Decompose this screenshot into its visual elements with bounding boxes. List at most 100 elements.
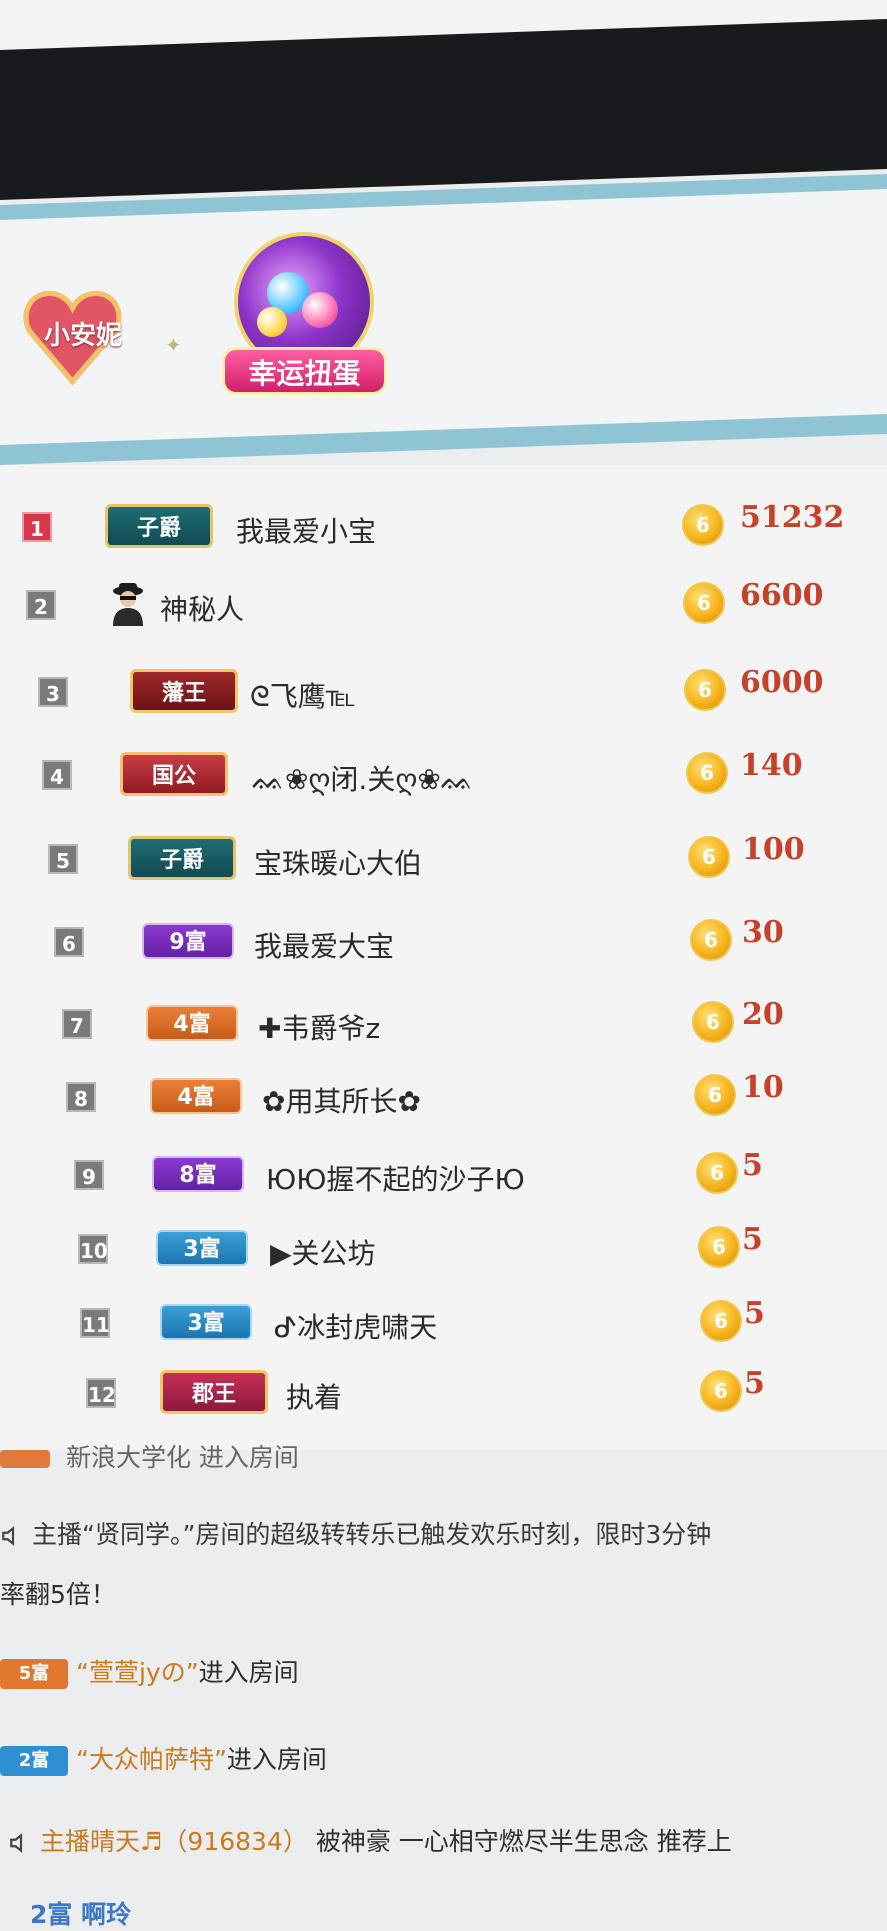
user-name[interactable]: ᕷ冰封虎啸天 (274, 1306, 437, 1346)
contribution-amount: 5 (742, 1148, 763, 1183)
noble-title-badge: 9富 (142, 923, 234, 959)
chat-partial-bottom-text: 2富 啊玲 (30, 1900, 132, 1929)
ranking-row[interactable]: 12 郡王 执着 6 5 (0, 1366, 887, 1426)
coin-icon: 6 (688, 836, 730, 878)
ranking-row[interactable]: 11 3富 ᕷ冰封虎啸天 6 5 (0, 1296, 887, 1356)
ranking-row[interactable]: 8 4富 ✿用其所长✿ 6 10 (0, 1070, 887, 1130)
user-name[interactable]: ✿用其所长✿ (262, 1080, 421, 1120)
coin-icon: 6 (683, 582, 725, 624)
noble-title-badge: 4富 (150, 1078, 242, 1114)
user-name[interactable]: ЮЮ握不起的沙子Ю (266, 1158, 525, 1198)
user-name[interactable]: 我最爱大宝 (254, 925, 394, 965)
host-name[interactable]: 主播晴天♬（916834） (40, 1827, 308, 1856)
contribution-amount: 6000 (740, 665, 824, 700)
user-name[interactable]: 我最爱小宝 (236, 510, 376, 550)
coin-icon: 6 (690, 919, 732, 961)
enter-message-1: 5富 “萱萱jyの”进入房间 (0, 1653, 887, 1689)
noble-title-badge: 子爵 (105, 504, 213, 548)
dark-header-bar (0, 19, 887, 200)
rank-number: 2 (26, 590, 56, 620)
noble-title-badge: 国公 (120, 752, 228, 796)
coin-icon: 6 (694, 1074, 736, 1116)
heart-badge[interactable]: 小安妮 (10, 270, 140, 405)
contribution-amount: 5 (742, 1222, 763, 1257)
ranking-row[interactable]: 7 4富 ✚韦爵爷z 6 20 (0, 997, 887, 1057)
coin-icon: 6 (692, 1001, 734, 1043)
noble-title-badge: 3富 (156, 1230, 248, 1266)
coin-icon: 6 (698, 1226, 740, 1268)
rank-number: 4 (42, 760, 72, 790)
user-name[interactable]: ᘓ飞鹰℡ (250, 675, 356, 715)
coin-icon: 6 (696, 1152, 738, 1194)
ranking-row[interactable]: 10 3富 ▶关公坊 6 5 (0, 1222, 887, 1282)
chat-line-partial-bottom: 2富 啊玲 (30, 1895, 887, 1931)
rich-level-badge: 5富 (0, 1659, 68, 1689)
enter-text: 进入房间 (226, 1745, 327, 1774)
system-message-1-text: 主播“贤同学。”房间的超级转转乐已触发欢乐时刻，限时3分钟 (32, 1520, 712, 1549)
noble-title-badge: 3富 (160, 1304, 252, 1340)
contribution-amount: 100 (742, 832, 805, 867)
contribution-amount: 10 (742, 1070, 784, 1105)
contribution-amount: 20 (742, 997, 784, 1032)
contribution-amount: 5 (744, 1296, 765, 1331)
contribution-amount: 30 (742, 915, 784, 950)
ranking-row[interactable]: 2 神秘人 6 6600 (0, 578, 887, 638)
contribution-amount: 6600 (740, 578, 824, 613)
noble-title-badge: 郡王 (160, 1370, 268, 1414)
ranking-row[interactable]: 1 子爵 我最爱小宝 6 51232 (0, 500, 887, 560)
coin-icon: 6 (684, 669, 726, 711)
chat-line-partial: 新浪大学化 进入房间 (0, 1438, 887, 1474)
user-name[interactable]: 神秘人 (160, 588, 244, 628)
system-message-1-cont: 率翻5倍！ (0, 1575, 887, 1611)
noble-title-badge: 4富 (146, 1005, 238, 1041)
enter-message-2: 2富 “大众帕萨特”进入房间 (0, 1740, 887, 1776)
system-message-2: 主播晴天♬（916834） 被神豪 一心相守燃尽半生思念 推荐上 (8, 1822, 887, 1858)
contribution-amount: 140 (740, 748, 803, 783)
coin-icon: 6 (700, 1300, 742, 1342)
user-name[interactable]: 执着 (286, 1376, 342, 1416)
rank-number: 3 (38, 677, 68, 707)
noble-title-badge: 子爵 (128, 836, 236, 880)
user-name[interactable]: 宝珠暖心大伯 (254, 842, 422, 882)
rank-number: 10 (78, 1234, 108, 1264)
coin-icon: 6 (682, 504, 724, 546)
rank-number: 9 (74, 1160, 104, 1190)
mystery-person-icon (113, 583, 143, 626)
ranking-row[interactable]: 6 9富 我最爱大宝 6 30 (0, 915, 887, 975)
contribution-amount: 51232 (740, 500, 845, 535)
rank-number: 8 (66, 1082, 96, 1112)
system-message-1: 主播“贤同学。”房间的超级转转乐已触发欢乐时刻，限时3分钟 (0, 1515, 887, 1551)
heart-badge-text: 小安妮 (43, 321, 122, 351)
ranking-row[interactable]: 5 子爵 宝珠暖心大伯 6 100 (0, 832, 887, 892)
noble-title-badge: 8富 (152, 1156, 244, 1192)
ranking-row[interactable]: 9 8富 ЮЮ握不起的沙子Ю 6 5 (0, 1148, 887, 1208)
user-name[interactable]: ▶关公坊 (270, 1232, 376, 1272)
system-message-2-text: 被神豪 一心相守燃尽半生思念 推荐上 (315, 1827, 732, 1856)
system-message-1-cont-text: 率翻5倍！ (0, 1580, 116, 1609)
noble-title-badge: 藩王 (130, 669, 238, 713)
user-name[interactable]: ᨐ❀ღ闭.关ღ❀ᨐ (252, 758, 474, 798)
gacha-orb (302, 292, 338, 328)
ranking-row[interactable]: 4 国公 ᨐ❀ღ闭.关ღ❀ᨐ 6 140 (0, 748, 887, 808)
rank-number: 6 (54, 927, 84, 957)
coin-icon: 6 (686, 752, 728, 794)
coin-icon: 6 (700, 1370, 742, 1412)
gacha-orb (257, 307, 287, 337)
rich-level-badge (0, 1450, 50, 1468)
speaker-icon (2, 1526, 15, 1546)
enter-text: 进入房间 (198, 1658, 299, 1687)
enter-username[interactable]: “大众帕萨特” (76, 1745, 227, 1774)
user-name[interactable]: ✚韦爵爷z (258, 1007, 380, 1047)
rich-level-badge: 2富 (0, 1746, 68, 1776)
lucky-gacha-button[interactable]: 幸运扭蛋 (222, 232, 392, 412)
gacha-label: 幸运扭蛋 (222, 347, 387, 395)
chat-partial-text: 新浪大学化 进入房间 (65, 1443, 299, 1472)
ranking-row[interactable]: 3 藩王 ᘓ飞鹰℡ 6 6000 (0, 665, 887, 725)
sparkle-icon: ✦ (165, 333, 182, 357)
rank-number: 1 (22, 512, 52, 542)
rank-number: 5 (48, 844, 78, 874)
contribution-amount: 5 (744, 1366, 765, 1401)
enter-username[interactable]: “萱萱jyの” (76, 1658, 199, 1687)
rank-number: 11 (80, 1308, 110, 1338)
speaker-icon (10, 1833, 23, 1853)
